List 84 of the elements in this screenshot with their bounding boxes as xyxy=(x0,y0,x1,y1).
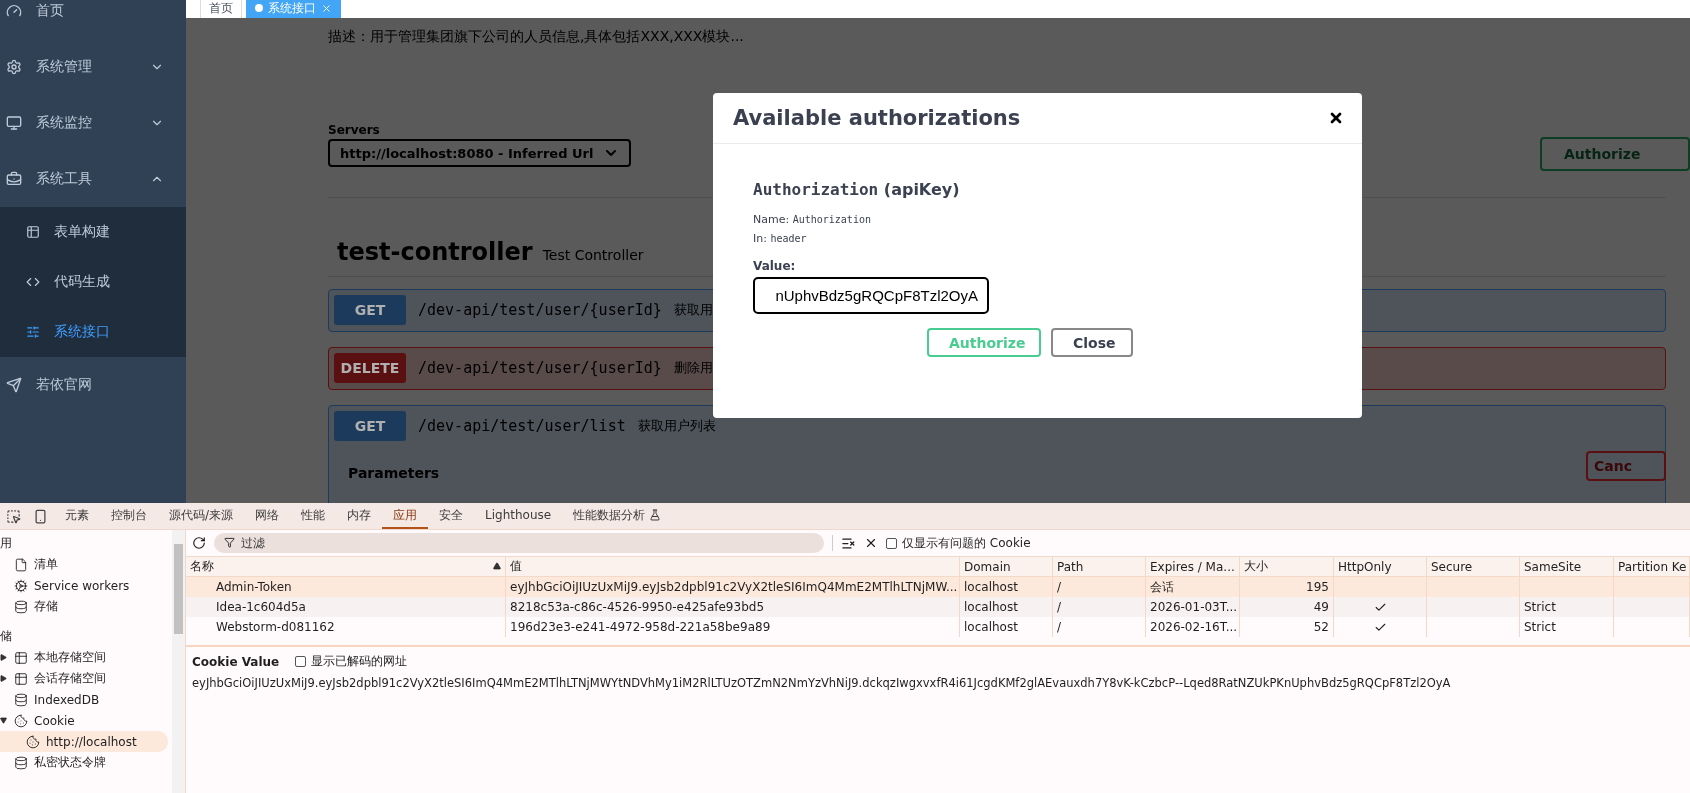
database-icon xyxy=(14,755,28,770)
device-icon[interactable] xyxy=(33,508,48,524)
refresh-icon[interactable] xyxy=(192,536,206,550)
devtools-tab[interactable]: Lighthouse xyxy=(474,503,563,529)
in-line: In: header xyxy=(753,232,808,245)
devtools-tab[interactable]: 应用 xyxy=(382,503,429,529)
paper-plane-icon xyxy=(6,377,22,393)
devtools-tab[interactable]: 性能数据分析 xyxy=(562,503,673,529)
tree-item[interactable]: 会话存储空间 xyxy=(0,668,168,689)
grid-icon xyxy=(26,225,40,239)
tag-name: test-controller xyxy=(337,238,533,266)
tree-item[interactable]: 清单 xyxy=(0,554,168,575)
gears-icon xyxy=(14,578,28,593)
cookie-row[interactable]: Idea-1c604d5a 8218c53a-c86c-4526-9950-e425afe93bd5 localhost / 2026-01-03T... 49 Strict xyxy=(186,597,1690,617)
method-badge: DELETE xyxy=(334,353,406,383)
method-badge: GET xyxy=(334,411,406,441)
close-icon[interactable] xyxy=(864,536,878,550)
cookie-icon xyxy=(14,713,28,728)
dialog-title: Available authorizations xyxy=(733,106,1021,130)
parameters-heading: Parameters xyxy=(348,465,440,481)
tag-description: Test Controller xyxy=(542,247,644,263)
monitor-icon xyxy=(6,115,22,131)
operation-summary: 删除用 xyxy=(673,359,713,377)
tree-item[interactable]: 本地存储空间 xyxy=(0,647,168,668)
filter-icon xyxy=(224,537,235,548)
name-line: Name: Authorization xyxy=(753,213,872,226)
cookie-row[interactable]: Admin-Token eyJhbGciOiJIUzUxMiJ9.eyJsb2dpbl91c2VyX2tleSI6ImQ4MmE2MTlhLTNjMW... localhost / 会话 195 xyxy=(186,577,1690,597)
operation-path: /dev-api/test/user/{userId} xyxy=(418,301,662,319)
close-icon[interactable] xyxy=(1328,110,1344,126)
tree-section-header: 储 xyxy=(0,627,13,645)
servers-label: Servers xyxy=(328,123,381,137)
devtools-tab[interactable]: 控制台 xyxy=(100,503,158,529)
tree-section-header: 用 xyxy=(0,534,13,552)
table-icon xyxy=(14,671,28,686)
devtools-tab[interactable]: 源代码/来源 xyxy=(158,503,245,529)
page-tab[interactable]: 首页 xyxy=(200,0,242,18)
operation-summary: 获取用 xyxy=(673,301,713,319)
tree-item[interactable]: 私密状态令牌 xyxy=(0,752,168,773)
close-button[interactable]: Close xyxy=(1051,328,1133,357)
sidebar-subitem[interactable]: 代码生成 xyxy=(0,257,186,307)
flask-icon xyxy=(649,509,662,521)
database-icon xyxy=(14,599,28,614)
active-dot-icon xyxy=(255,4,263,12)
briefcase-icon xyxy=(6,171,22,187)
tree-item[interactable]: http://localhost xyxy=(0,731,168,752)
sliders-icon xyxy=(26,325,40,339)
scrollbar[interactable] xyxy=(172,530,185,793)
dashboard-icon xyxy=(6,3,22,19)
devtools-tab[interactable]: 内存 xyxy=(336,503,383,529)
collapsed-arrow-icon xyxy=(0,654,7,661)
api-description: 描述：用于管理集团旗下公司的人员信息,具体包括XXX,XXX模块... xyxy=(328,28,744,44)
devtools-tab[interactable]: 性能 xyxy=(290,503,337,529)
devtools-tab[interactable]: 元素 xyxy=(54,503,100,529)
cookie-value-title: Cookie Value xyxy=(192,654,280,669)
sort-arrow-icon xyxy=(493,562,501,570)
tree-item[interactable]: 存储 xyxy=(0,596,168,617)
value-field[interactable]: nUphvBdz5gRQCpF8Tzl2OyA xyxy=(753,277,989,314)
operation-summary: 获取用户列表 xyxy=(637,417,716,435)
operation-path: /dev-api/test/user/list xyxy=(418,417,626,435)
cookie-icon xyxy=(26,734,40,749)
issues-checkbox[interactable]: 仅显示有问题的 Cookie xyxy=(886,534,1031,552)
gear-icon xyxy=(6,59,22,75)
inspect-icon[interactable] xyxy=(6,508,21,524)
operation-path: /dev-api/test/user/{userId} xyxy=(418,359,662,377)
tree-item[interactable]: IndexedDB xyxy=(0,689,168,710)
database-icon xyxy=(14,692,28,707)
code-icon xyxy=(26,275,40,289)
file-icon xyxy=(14,557,28,572)
clear-filter-icon[interactable] xyxy=(841,535,856,551)
value-label: Value: xyxy=(753,259,797,273)
devtools-tab[interactable]: 网络 xyxy=(244,503,291,529)
sidebar-subitem[interactable]: 系统接口 xyxy=(0,307,186,357)
collapsed-arrow-icon xyxy=(0,675,7,682)
filter-field[interactable]: 过滤 xyxy=(214,533,824,553)
scheme-title: Authorization (apiKey) xyxy=(753,180,961,199)
table-icon xyxy=(14,650,28,665)
cookie-value-text: eyJhbGciOiJIUzUxMiJ9.eyJsb2dpbl91c2VyX2tleSI6ImQ4MmE2MTlhLTNjMWYtNDVhMy1iM2RlLTUzOTZmN2NmYzVhNiJ9.dckqzIwgxvxfR4i61JcgdKMf2glAEvauxdh7Y8vK-kCzbcP--Lqed8RatNZUkPKnUphvBdz5gRQCpF8Tzl2OyA xyxy=(192,676,1452,690)
tree-item[interactable]: Cookie xyxy=(0,710,168,731)
decode-checkbox[interactable]: 显示已解码的网址 xyxy=(295,653,408,670)
expanded-arrow-icon xyxy=(0,717,7,724)
sidebar-subitem[interactable]: 表单构建 xyxy=(0,207,186,257)
method-badge: GET xyxy=(334,295,406,325)
tree-item[interactable]: Service workers xyxy=(0,575,168,596)
devtools-tab[interactable]: 安全 xyxy=(428,503,475,529)
